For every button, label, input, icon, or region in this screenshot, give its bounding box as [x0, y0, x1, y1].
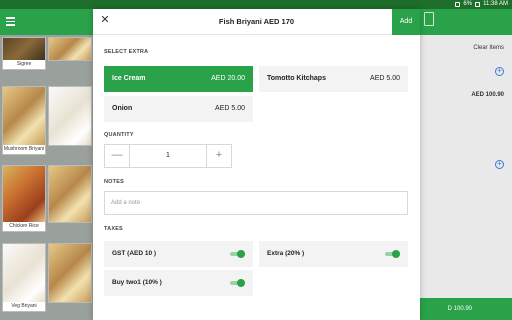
product-image: [3, 244, 45, 302]
dialog-title: Fish Briyani AED 170: [218, 17, 295, 26]
receipt-icon[interactable]: [424, 12, 434, 26]
product-tile[interactable]: Chicken Rice: [2, 165, 46, 232]
extra-price: AED 5.00: [215, 105, 245, 112]
add-button[interactable]: Add: [392, 9, 420, 35]
item-options-dialog: ✕ Fish Briyani AED 170 Add SELECT EXTRA …: [93, 9, 420, 320]
charge-amount: D 100.90: [447, 306, 472, 312]
notes-label: NOTES: [104, 179, 124, 185]
dialog-header: ✕ Fish Briyani AED 170 Add: [93, 9, 420, 35]
clear-items-button[interactable]: Clear Items: [473, 45, 504, 51]
increment-button[interactable]: +: [206, 145, 231, 167]
product-image: [49, 87, 91, 145]
product-label: Chicken Rice: [9, 223, 39, 229]
extra-price: AED 5.00: [370, 75, 400, 82]
add-discount-icon[interactable]: +: [495, 160, 504, 169]
extra-name: Ice Cream: [112, 75, 146, 82]
wifi-icon: [455, 1, 461, 7]
product-image: [49, 38, 91, 60]
clock: 11:38 AM: [483, 1, 508, 7]
extra-option-ice-cream[interactable]: Ice Cream AED 20.00: [104, 66, 253, 92]
product-grid: Sigree Mushroom Briyani Chicken Rice Veg…: [0, 35, 93, 320]
tax-toggle[interactable]: [230, 279, 245, 287]
product-image: [49, 244, 91, 302]
product-label: Veg Briyani: [11, 303, 37, 309]
quantity-label: QUANTITY: [104, 132, 134, 138]
product-tile[interactable]: [48, 37, 92, 61]
status-bar: 6% 11:38 AM: [0, 0, 512, 9]
tax-option-buy-two: Buy two1 (10% ): [104, 270, 253, 296]
product-image: [49, 166, 91, 222]
menu-icon[interactable]: [6, 17, 15, 26]
extra-price: AED 20.00: [211, 75, 245, 82]
tax-toggle[interactable]: [385, 250, 400, 258]
extra-name: Tomotto Kitchaps: [267, 75, 326, 82]
quantity-stepper: — 1 +: [104, 144, 232, 168]
add-customer-icon[interactable]: +: [495, 67, 504, 76]
quantity-value[interactable]: 1: [129, 152, 207, 159]
charge-button[interactable]: D 100.90: [420, 298, 512, 320]
product-image: [3, 38, 45, 60]
order-amount: AED 100.90: [471, 92, 504, 98]
tax-name: GST (AED 10 ): [112, 250, 157, 257]
product-tile[interactable]: Veg Briyani: [2, 243, 46, 312]
battery-icon: [475, 1, 481, 7]
tax-name: Extra (20% ): [267, 250, 305, 257]
tax-option-gst: GST (AED 10 ): [104, 241, 253, 267]
extra-option-tomotto-kitchaps[interactable]: Tomotto Kitchaps AED 5.00: [259, 66, 408, 92]
order-panel: Clear Items + AED 100.90 + D 100.90: [420, 35, 512, 320]
product-tile[interactable]: Sigree: [2, 37, 46, 70]
tax-option-extra: Extra (20% ): [259, 241, 408, 267]
product-image: [3, 87, 45, 145]
extra-option-onion[interactable]: Onion AED 5.00: [104, 96, 253, 122]
product-tile[interactable]: [48, 243, 92, 303]
product-image: [3, 166, 45, 222]
tax-name: Buy two1 (10% ): [112, 279, 162, 286]
select-extra-label: SELECT EXTRA: [104, 49, 149, 55]
product-tile[interactable]: Mushroom Briyani: [2, 86, 46, 155]
taxes-label: TAXES: [104, 226, 123, 232]
tax-toggle[interactable]: [230, 250, 245, 258]
extra-name: Onion: [112, 105, 133, 112]
battery-level: 6%: [463, 1, 473, 7]
product-tile[interactable]: [48, 165, 92, 223]
decrement-button[interactable]: —: [105, 145, 130, 167]
product-label: Mushroom Briyani: [3, 146, 45, 152]
notes-input[interactable]: Add a note: [104, 191, 408, 215]
product-tile[interactable]: [48, 86, 92, 146]
product-label: Sigree: [16, 61, 32, 67]
